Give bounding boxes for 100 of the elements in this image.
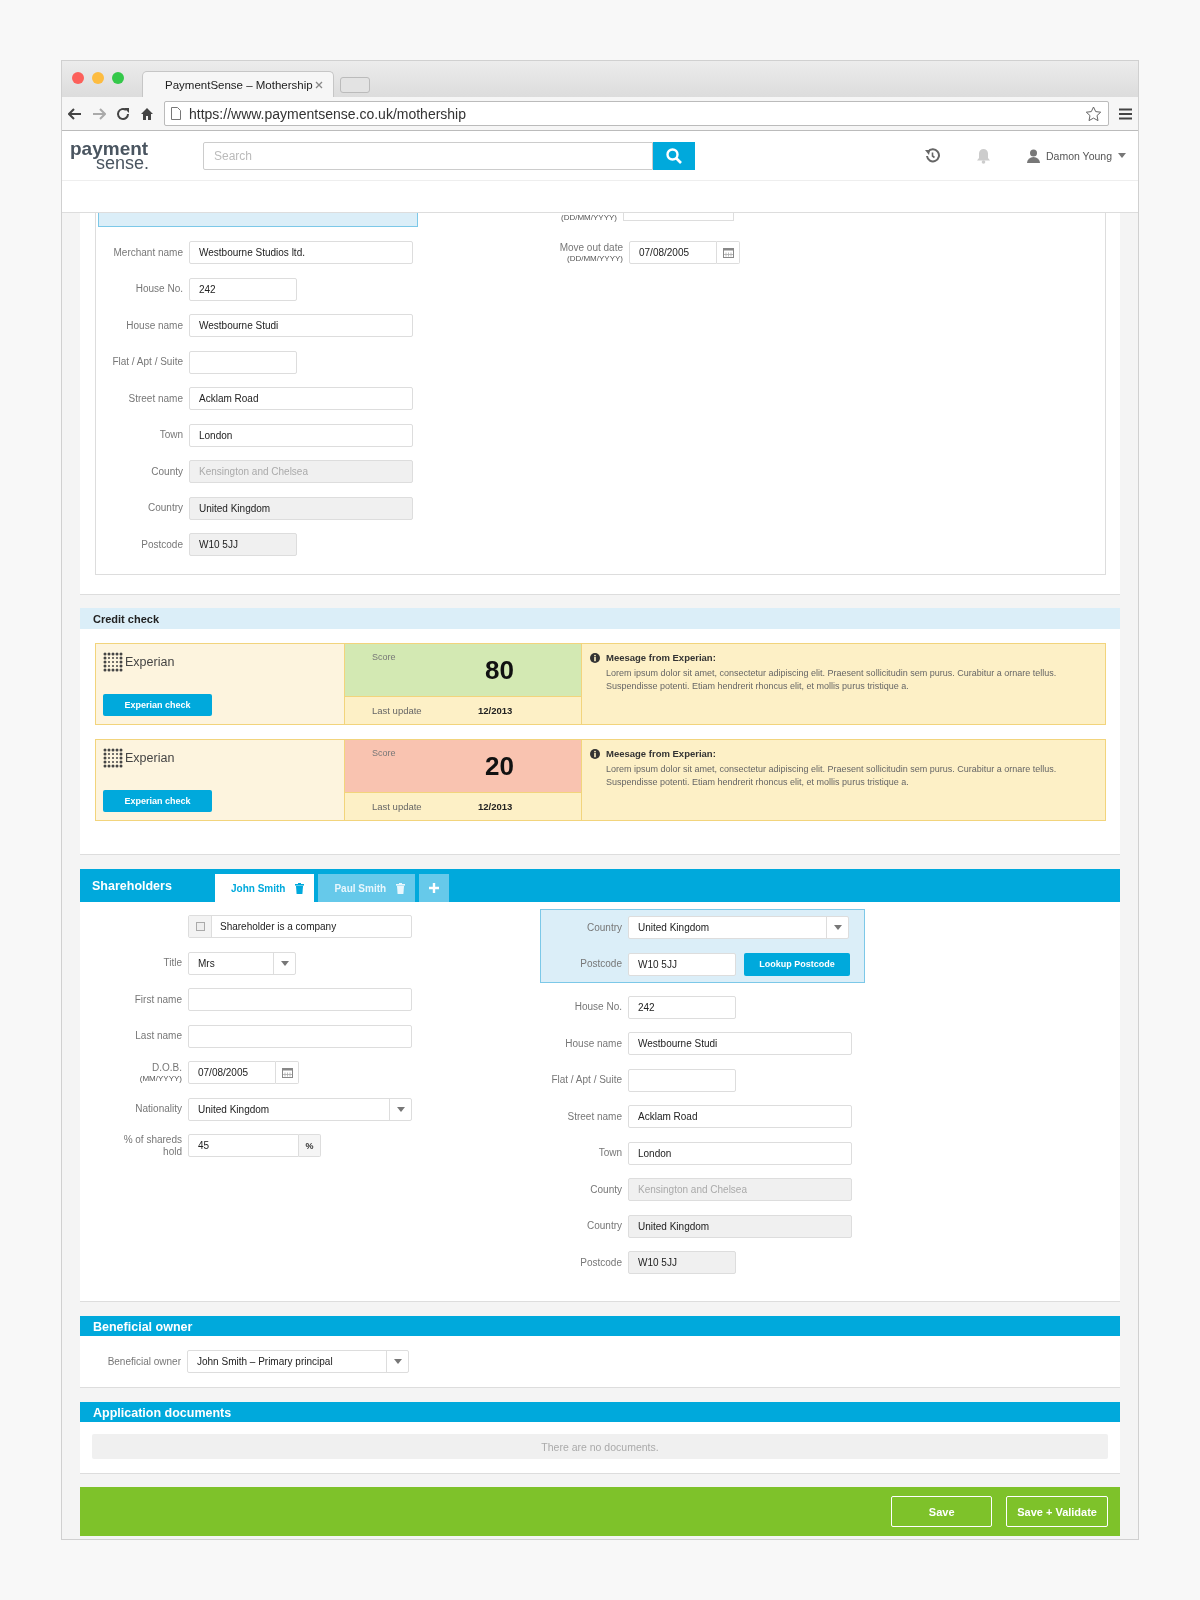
checkbox-field[interactable]: Shareholder is a company [188, 915, 412, 938]
calendar-button[interactable] [276, 1061, 299, 1084]
section-title: Beneficial owner [80, 1316, 1120, 1336]
field-label: Town [597, 1147, 622, 1159]
back-icon[interactable] [68, 107, 82, 120]
score-label: Score [372, 748, 396, 760]
checkbox[interactable] [195, 922, 205, 931]
caret-icon [1118, 153, 1126, 158]
text-field[interactable]: Westbourne Studi [189, 314, 413, 337]
star-icon[interactable] [1085, 105, 1102, 122]
field-hint: (MM/YYYY) [138, 1073, 182, 1083]
menu-icon[interactable] [1119, 107, 1132, 120]
search-icon [666, 147, 682, 164]
history-icon[interactable] [925, 148, 940, 163]
text-field[interactable] [189, 350, 297, 374]
text-field[interactable]: London [189, 423, 413, 447]
info-icon [590, 748, 600, 759]
text-field[interactable] [628, 1068, 736, 1092]
dotted-square-icon [103, 748, 123, 768]
dropdown[interactable]: Mrs [188, 951, 296, 975]
field-label: Last name [134, 1030, 182, 1042]
text-field[interactable]: W10 5JJ [628, 952, 736, 976]
text-field[interactable]: Westbourne Studios ltd. [189, 241, 413, 264]
search-button[interactable] [653, 141, 695, 170]
dropdown[interactable]: United Kingdom [628, 916, 849, 939]
field-label: Nationality [134, 1103, 182, 1115]
minimize-button[interactable] [92, 72, 104, 84]
field-hint: (DD/MM/YYYY) [566, 253, 623, 263]
message-title: Meesage from Experian: [606, 747, 716, 761]
new-tab-button[interactable] [340, 77, 370, 93]
caret-icon [393, 1359, 402, 1364]
add-tab-button[interactable] [419, 874, 450, 902]
text-field[interactable]: 242 [189, 277, 297, 301]
trash-icon[interactable] [295, 882, 305, 894]
text-field[interactable] [188, 1024, 412, 1048]
score-value: 20 [485, 751, 514, 783]
date-field[interactable]: 07/08/2005 [188, 1061, 276, 1084]
empty-message: There are no documents. [92, 1434, 1108, 1459]
field-label: D.O.B. [151, 1062, 182, 1074]
reload-icon[interactable] [116, 106, 130, 121]
field-label: Merchant name [112, 246, 183, 259]
update-label: Last update [372, 705, 423, 716]
field-label: House No. [134, 283, 183, 295]
score-label: Score [372, 652, 396, 664]
dropdown[interactable]: John Smith – Primary principal [187, 1350, 409, 1373]
score-value: 80 [485, 655, 514, 687]
close-window-button[interactable] [72, 72, 84, 84]
field-hint: (DD/MM/YYYY) [560, 213, 618, 224]
user-menu[interactable]: Damon Young [1027, 148, 1126, 163]
field-label: Flat / Apt / Suite [111, 356, 183, 368]
calendar-icon [281, 1067, 293, 1078]
page-icon [171, 107, 181, 120]
maximize-button[interactable] [112, 72, 124, 84]
field-label: Title [162, 957, 182, 969]
update-value: 12/2013 [478, 801, 513, 812]
field-label: County [589, 1183, 622, 1196]
caret-icon [280, 960, 289, 966]
field-label: House name [564, 1037, 622, 1050]
percent-field[interactable]: 45 [188, 1134, 299, 1157]
percent-addon: % [299, 1134, 321, 1157]
logo: payment sense. [70, 140, 151, 171]
field-label: Town [158, 429, 183, 441]
field-label: Country [586, 1220, 622, 1232]
field-label: Flat / Apt / Suite [550, 1074, 622, 1086]
dropdown[interactable]: United Kingdom [188, 1097, 412, 1121]
close-icon[interactable] [315, 80, 323, 89]
text-field[interactable]: Acklam Road [628, 1105, 852, 1128]
message-title: Meesage from Experian: [606, 651, 716, 665]
browser-tab[interactable]: PaymentSense – Mothership [142, 71, 334, 97]
trash-icon[interactable] [396, 882, 406, 894]
address-bar[interactable]: https://www.paymentsense.co.uk/mothership [164, 101, 1109, 126]
field-label: Postcode [579, 958, 622, 970]
user-icon [1027, 148, 1040, 163]
field-label: Country [147, 502, 183, 514]
text-field[interactable]: 242 [628, 995, 736, 1019]
text-field[interactable] [188, 988, 412, 1011]
text-field[interactable]: London [628, 1141, 852, 1165]
dotted-square-icon [103, 652, 123, 672]
home-icon[interactable] [140, 106, 154, 121]
message-text: Lorem ipsum dolor sit amet, consectetur adipiscing elit. Praesent sollicitudin sem purus. Curabitur a ornare tellus. Suspendisse potenti. Etiam hendrerit rhoncus elit, et mollis purus tristique a. [605, 667, 1058, 693]
text-field: Kensington and Chelsea [189, 460, 413, 483]
text-field[interactable]: Westbourne Studi [628, 1032, 852, 1055]
info-icon [590, 652, 600, 663]
field-label: % of shareds hold [122, 1134, 182, 1157]
bell-icon[interactable] [976, 147, 991, 164]
field-label: Beneficial owner [106, 1355, 181, 1368]
date-field[interactable]: 07/08/2005 [629, 241, 717, 264]
field-label: Postcode [140, 538, 183, 551]
caret-icon [833, 925, 842, 930]
update-label: Last update [372, 801, 423, 812]
text-field[interactable]: Acklam Road [189, 387, 413, 410]
field-label: Postcode [579, 1256, 622, 1269]
section-title: Credit check [80, 608, 1120, 629]
plus-icon [429, 883, 440, 893]
field-label: Country [586, 921, 622, 934]
brand-name: Experian [125, 751, 175, 765]
calendar-icon [722, 247, 734, 258]
forward-icon[interactable] [92, 107, 106, 120]
field-label: Move out date [558, 242, 623, 254]
calendar-button[interactable] [717, 241, 740, 264]
